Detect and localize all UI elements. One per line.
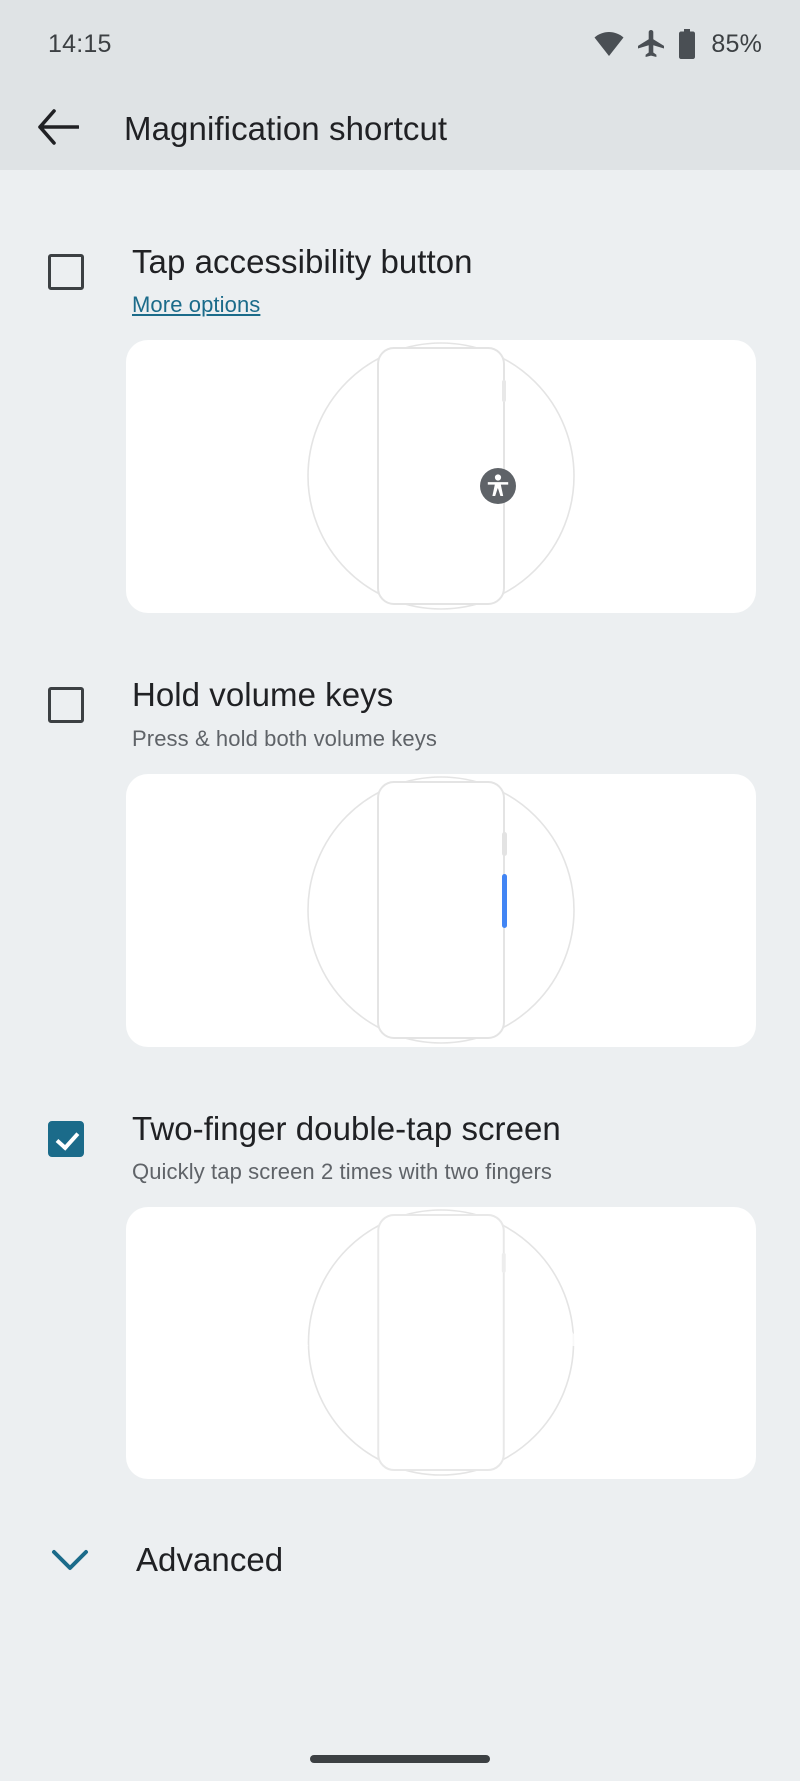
checkbox-tap-accessibility-button[interactable] — [48, 254, 84, 290]
back-button[interactable] — [28, 99, 88, 159]
option-title: Tap accessibility button — [132, 243, 473, 280]
option-title: Two-finger double-tap screen — [132, 1109, 561, 1147]
status-bar-icons: 85% — [594, 29, 762, 59]
battery-percentage: 85% — [711, 29, 762, 58]
option-text-group: Tap accessibility button More options — [132, 242, 473, 318]
option-row-header[interactable]: Tap accessibility button More options — [0, 242, 800, 318]
option-row-header[interactable]: Hold volume keys Press & hold both volum… — [0, 675, 800, 751]
page-title: Magnification shortcut — [124, 110, 448, 147]
wifi-icon — [594, 31, 624, 57]
option-row-header[interactable]: Two-finger double-tap screen Quickly tap… — [0, 1109, 800, 1185]
option-hold-volume-keys: Hold volume keys Press & hold both volum… — [0, 675, 800, 1047]
chevron-down-icon — [48, 1547, 92, 1573]
checkbox-two-finger-double-tap[interactable] — [48, 1120, 84, 1157]
status-bar-time: 14:15 — [48, 29, 112, 58]
phone-volume-keys-illustration — [307, 775, 575, 1044]
phone-accessibility-button-illustration — [307, 342, 575, 611]
option-tap-accessibility-button: Tap accessibility button More options — [0, 242, 800, 614]
option-subtitle: Quickly tap screen 2 times with two fing… — [132, 1158, 553, 1184]
option-text-group: Two-finger double-tap screen Quickly tap… — [132, 1109, 561, 1185]
settings-content: Tap accessibility button More options Ho… — [0, 170, 800, 1781]
back-arrow-icon — [37, 108, 80, 150]
battery-icon — [678, 29, 696, 59]
more-options-link[interactable]: More options — [132, 292, 260, 318]
illustration-card-volume-keys — [126, 773, 756, 1047]
option-subtitle: Press & hold both volume keys — [132, 725, 437, 751]
option-title: Hold volume keys — [132, 676, 394, 714]
illustration-card-accessibility-button — [126, 340, 756, 614]
app-bar: Magnification shortcut — [0, 88, 800, 170]
phone-two-finger-tap-illustration — [307, 1208, 575, 1476]
option-two-finger-double-tap: Two-finger double-tap screen Quickly tap… — [0, 1109, 800, 1479]
airplane-mode-icon — [637, 30, 665, 58]
checkbox-hold-volume-keys[interactable] — [48, 687, 84, 724]
status-bar: 14:15 85% — [0, 0, 800, 88]
advanced-expander[interactable]: Advanced — [0, 1541, 800, 1579]
volume-key-highlight — [502, 873, 507, 928]
option-text-group: Hold volume keys Press & hold both volum… — [132, 675, 437, 751]
navigation-home-pill[interactable] — [310, 1755, 490, 1763]
illustration-card-two-finger-tap — [126, 1206, 756, 1479]
advanced-label: Advanced — [136, 1540, 284, 1578]
